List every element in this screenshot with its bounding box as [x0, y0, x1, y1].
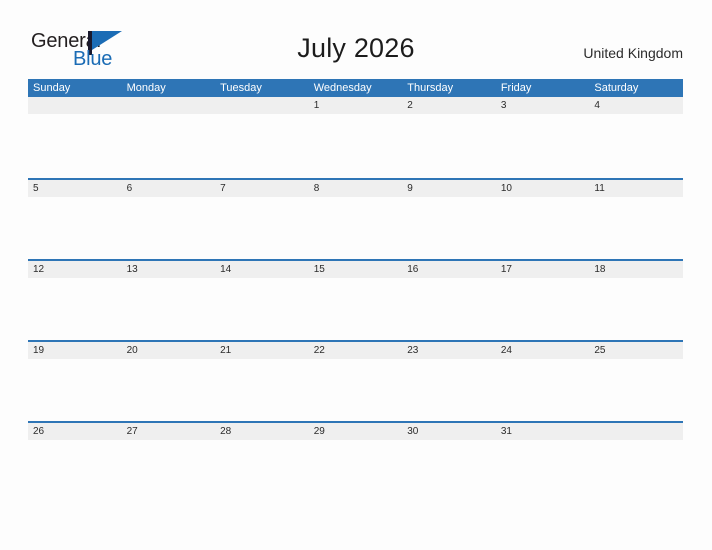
week-date-band: 12 13 14 15 16 17 18 [28, 259, 683, 278]
weekday-header-friday: Friday [500, 82, 532, 94]
week-date-band: 26 27 28 29 30 31 [28, 421, 683, 440]
weekday-header-wednesday: Wednesday [313, 82, 372, 94]
day-cell[interactable]: 6 [122, 180, 216, 197]
day-cell[interactable]: 22 [309, 342, 403, 359]
day-cell[interactable] [28, 97, 122, 114]
day-cell[interactable]: 30 [402, 423, 496, 440]
calendar-grid: Sunday Monday Tuesday Wednesday Thursday… [28, 79, 683, 502]
day-cell[interactable]: 8 [309, 180, 403, 197]
day-cell[interactable]: 23 [402, 342, 496, 359]
day-cell[interactable]: 2 [402, 97, 496, 114]
week-row: 12 13 14 15 16 17 18 [28, 259, 683, 340]
day-cell[interactable]: 14 [215, 261, 309, 278]
day-cell[interactable]: 21 [215, 342, 309, 359]
day-cell[interactable]: 19 [28, 342, 122, 359]
day-cell[interactable]: 24 [496, 342, 590, 359]
week-date-band: 1 2 3 4 [28, 97, 683, 114]
day-cell[interactable]: 4 [589, 97, 683, 114]
week-notes-area[interactable] [28, 114, 683, 176]
locale-label: United Kingdom [583, 45, 683, 61]
day-cell[interactable]: 27 [122, 423, 216, 440]
day-cell[interactable] [215, 97, 309, 114]
day-cell[interactable]: 25 [589, 342, 683, 359]
day-cell[interactable]: 31 [496, 423, 590, 440]
calendar-page: General Blue July 2026 United Kingdom Su… [0, 0, 712, 550]
day-cell[interactable]: 17 [496, 261, 590, 278]
day-cell[interactable]: 1 [309, 97, 403, 114]
weekday-header-row: Sunday Monday Tuesday Wednesday Thursday… [28, 79, 683, 97]
week-date-band: 5 6 7 8 9 10 11 [28, 178, 683, 197]
day-cell[interactable]: 29 [309, 423, 403, 440]
week-notes-area[interactable] [28, 359, 683, 421]
weekday-header-monday: Monday [126, 82, 166, 94]
day-cell[interactable]: 28 [215, 423, 309, 440]
day-cell[interactable]: 12 [28, 261, 122, 278]
day-cell[interactable]: 26 [28, 423, 122, 440]
day-cell[interactable]: 20 [122, 342, 216, 359]
day-cell[interactable] [122, 97, 216, 114]
day-cell[interactable]: 9 [402, 180, 496, 197]
day-cell[interactable]: 10 [496, 180, 590, 197]
day-cell[interactable]: 16 [402, 261, 496, 278]
day-cell[interactable]: 18 [589, 261, 683, 278]
day-cell[interactable] [589, 423, 683, 440]
page-header: General Blue July 2026 United Kingdom [0, 0, 712, 79]
week-row: 5 6 7 8 9 10 11 [28, 178, 683, 259]
week-notes-area[interactable] [28, 278, 683, 340]
day-cell[interactable]: 11 [589, 180, 683, 197]
weekday-header-tuesday: Tuesday [220, 82, 262, 94]
week-row: 19 20 21 22 23 24 25 [28, 340, 683, 421]
day-cell[interactable]: 13 [122, 261, 216, 278]
day-cell[interactable]: 3 [496, 97, 590, 114]
weekday-header-saturday: Saturday [594, 82, 639, 94]
weekday-header-thursday: Thursday [407, 82, 454, 94]
week-notes-area[interactable] [28, 440, 683, 502]
weekday-header-sunday: Sunday [33, 82, 71, 94]
day-cell[interactable]: 15 [309, 261, 403, 278]
week-notes-area[interactable] [28, 197, 683, 259]
week-date-band: 19 20 21 22 23 24 25 [28, 340, 683, 359]
day-cell[interactable]: 5 [28, 180, 122, 197]
week-row: 1 2 3 4 [28, 97, 683, 178]
week-row: 26 27 28 29 30 31 [28, 421, 683, 502]
day-cell[interactable]: 7 [215, 180, 309, 197]
